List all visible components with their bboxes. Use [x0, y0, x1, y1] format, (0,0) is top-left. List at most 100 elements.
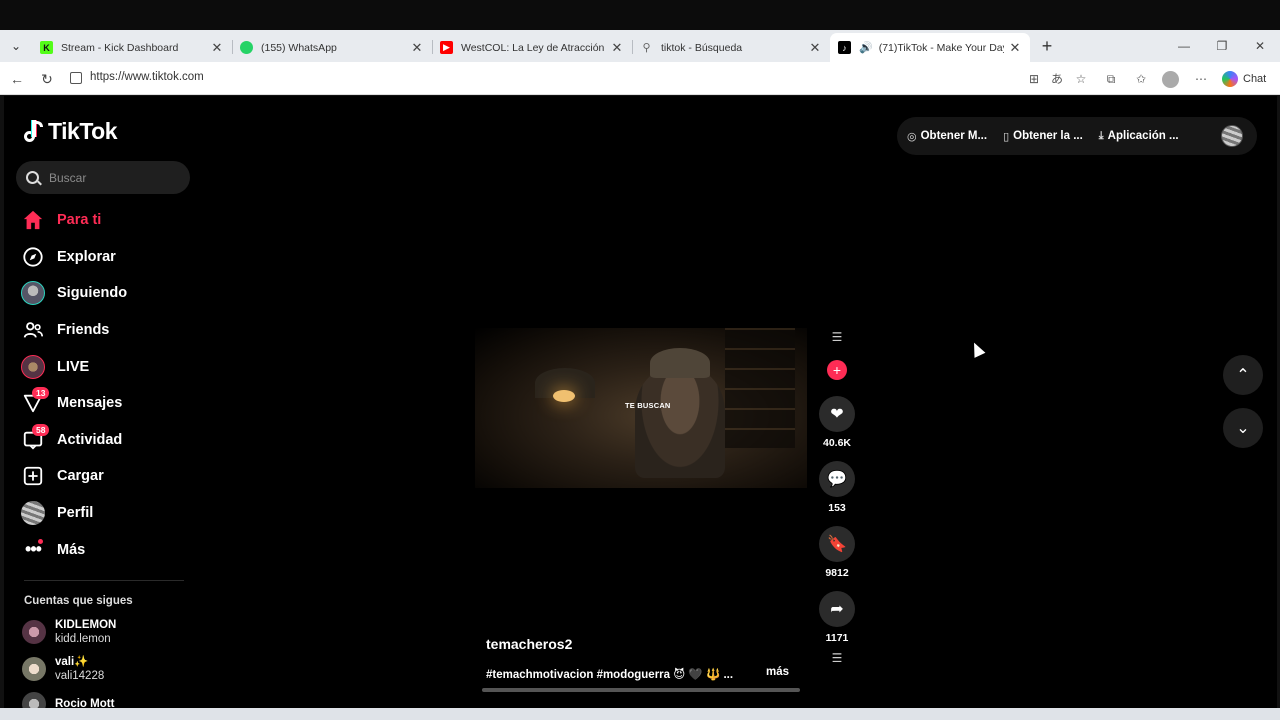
- tab-title: (71)TikTok - Make Your Day: [878, 41, 1004, 54]
- tab-youtube[interactable]: ▶ WestCOL: La Ley de Atracción en P ✕: [432, 33, 632, 62]
- share-count: 1171: [825, 632, 849, 644]
- search-icon: ⚲: [642, 42, 651, 54]
- previous-video-chevron-up-icon[interactable]: ⌃: [1223, 355, 1263, 395]
- search-box[interactable]: [16, 161, 190, 194]
- sidebar-divider: [24, 580, 184, 581]
- avatar: [22, 692, 46, 708]
- tab-kick[interactable]: K Stream - Kick Dashboard ✕: [32, 33, 232, 62]
- close-icon[interactable]: ✕: [210, 40, 224, 56]
- sidebar-item-label: Actividad: [57, 431, 123, 448]
- url-field[interactable]: https://www.tiktok.com: [90, 71, 204, 83]
- search-icon: [26, 171, 39, 184]
- share-arrow-icon[interactable]: ➦: [819, 591, 855, 627]
- tab-list-chevron-icon[interactable]: ⌄: [6, 38, 26, 54]
- tab-title: WestCOL: La Ley de Atracción en P: [461, 41, 606, 54]
- following-account[interactable]: vali✨ vali14228: [22, 655, 104, 683]
- tab-title: tiktok - Búsqueda: [661, 41, 743, 54]
- desktop-app-button[interactable]: ⤓ Aplicación ...: [1099, 130, 1179, 143]
- sidebar-item-label: Explorar: [57, 248, 116, 265]
- follow-plus-button[interactable]: +: [827, 360, 847, 380]
- get-coins-button[interactable]: ◎ Obtener M...: [907, 130, 987, 143]
- close-icon[interactable]: ✕: [610, 40, 624, 56]
- close-window-icon[interactable]: ✕: [1252, 38, 1268, 54]
- sidebar-item-siguiendo[interactable]: Siguiendo: [20, 275, 190, 312]
- sidebar-item-actividad[interactable]: 58 Actividad: [20, 422, 190, 459]
- heart-icon[interactable]: ❤: [819, 396, 855, 432]
- profile-avatar-icon: [20, 500, 46, 526]
- comment-count: 153: [828, 502, 846, 514]
- more-menu-icon[interactable]: ⋯: [1193, 71, 1209, 87]
- site-info-icon[interactable]: [70, 72, 82, 84]
- sidebar-item-mensajes[interactable]: 13 Mensajes: [20, 385, 190, 422]
- upload-icon: [20, 463, 46, 489]
- playlist-icon[interactable]: ☰: [817, 330, 857, 346]
- comment-icon[interactable]: 💬: [819, 461, 855, 497]
- sidebar-item-label: Mensajes: [57, 395, 123, 412]
- tiktok-icon: ♪: [838, 41, 851, 54]
- top-actions-bar: ◎ Obtener M... ▯ Obtener la ... ⤓ Aplica…: [897, 117, 1257, 155]
- playlist-icon[interactable]: ☰: [817, 651, 857, 667]
- avatar: [22, 657, 46, 681]
- like-count: 40.6K: [822, 437, 852, 449]
- window-top-bar: [0, 0, 1280, 30]
- get-coins-label: Obtener M...: [920, 130, 988, 142]
- account-name: vali✨: [55, 656, 89, 668]
- sidebar-item-live[interactable]: LIVE: [20, 348, 190, 385]
- new-tab-plus-icon[interactable]: +: [1038, 37, 1056, 55]
- tab-search[interactable]: ⚲ tiktok - Búsqueda ✕: [632, 33, 830, 62]
- sidebar-item-mas[interactable]: ••• Más: [20, 531, 190, 568]
- video-progress-bar[interactable]: [482, 688, 800, 692]
- address-bar: ← ↻ https://www.tiktok.com ⊞ あ ☆ ⧉ ✩ ⋯ C…: [0, 62, 1280, 95]
- browser-profile-icon[interactable]: [1162, 71, 1179, 88]
- speaker-icon[interactable]: 🔊: [859, 41, 873, 54]
- whatsapp-icon: [240, 41, 253, 54]
- following-account[interactable]: KIDLEMON kidd.lemon: [22, 618, 116, 646]
- user-avatar[interactable]: [1221, 125, 1243, 147]
- following-avatar-icon: [20, 280, 46, 306]
- video-player[interactable]: TE BUSCAN: [475, 328, 807, 488]
- next-video-chevron-down-icon[interactable]: ⌄: [1223, 408, 1263, 448]
- coin-icon: ◎: [907, 130, 917, 143]
- close-icon[interactable]: ✕: [1008, 40, 1022, 56]
- close-icon[interactable]: ✕: [808, 40, 822, 56]
- favorites-icon[interactable]: ✩: [1133, 71, 1149, 87]
- translate-icon[interactable]: あ: [1049, 71, 1065, 87]
- home-icon: [20, 207, 46, 233]
- search-input[interactable]: [49, 170, 179, 185]
- sidebar-item-label: Siguiendo: [57, 285, 128, 302]
- tab-tiktok[interactable]: ♪ 🔊 (71)TikTok - Make Your Day ✕: [830, 33, 1030, 62]
- bookmark-icon[interactable]: 🔖: [819, 526, 855, 562]
- account-handle: kidd.lemon: [55, 633, 111, 645]
- sidebar-item-perfil[interactable]: Perfil: [20, 495, 190, 532]
- sidebar-item-label: Más: [57, 541, 86, 558]
- share-action: ➦ 1171: [817, 591, 857, 645]
- video-author[interactable]: temacheros2: [486, 636, 572, 652]
- back-arrow-icon[interactable]: ←: [8, 70, 26, 88]
- sidebar-item-friends[interactable]: Friends: [20, 312, 190, 349]
- sidebar-item-explorar[interactable]: Explorar: [20, 239, 190, 276]
- favorite-star-icon[interactable]: ☆: [1073, 71, 1089, 87]
- close-icon[interactable]: ✕: [410, 40, 424, 56]
- following-account[interactable]: Rocio Mott: [22, 692, 114, 708]
- extensions-icon[interactable]: ⧉: [1103, 71, 1119, 87]
- copilot-icon: [1222, 71, 1238, 87]
- minimize-icon[interactable]: —: [1176, 38, 1192, 54]
- get-app-label: Obtener la ...: [1013, 130, 1083, 142]
- app-available-icon[interactable]: ⊞: [1026, 71, 1042, 87]
- more-description-button[interactable]: más: [766, 666, 789, 678]
- sidebar-item-para-ti[interactable]: Para ti: [20, 202, 190, 239]
- following-section-title: Cuentas que sigues: [24, 595, 133, 607]
- tab-whatsapp[interactable]: (155) WhatsApp ✕: [232, 33, 432, 62]
- activity-badge: 58: [32, 423, 50, 436]
- youtube-icon: ▶: [440, 41, 453, 54]
- sidebar-item-cargar[interactable]: Cargar: [20, 458, 190, 495]
- more-icon: •••: [20, 537, 46, 563]
- account-name: KIDLEMON: [55, 619, 117, 631]
- maximize-icon[interactable]: ❐: [1214, 38, 1230, 54]
- live-avatar-icon: [20, 354, 46, 380]
- tiktok-logo[interactable]: TikTok: [23, 118, 118, 145]
- get-app-button[interactable]: ▯ Obtener la ...: [1003, 130, 1083, 143]
- reload-icon[interactable]: ↻: [38, 70, 56, 88]
- taskbar-edge: [0, 708, 1280, 720]
- copilot-chat-button[interactable]: Chat: [1222, 70, 1266, 88]
